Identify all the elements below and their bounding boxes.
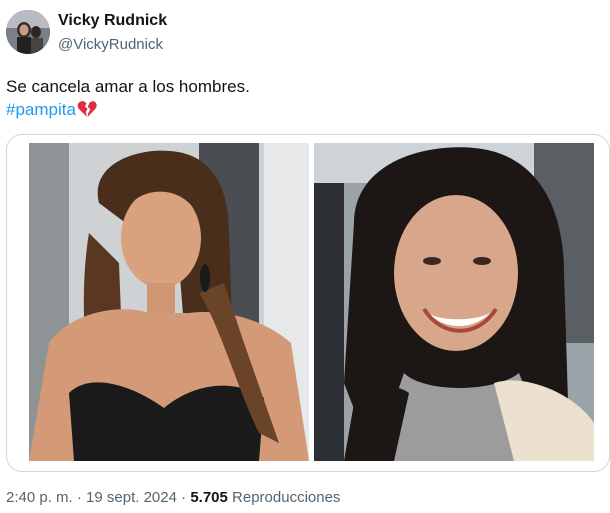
meta-separator: · — [72, 489, 87, 506]
author-display-name[interactable]: Vicky Rudnick — [58, 12, 167, 30]
author-handle[interactable]: @VickyRudnick — [58, 36, 163, 53]
meta-separator: · — [176, 489, 191, 506]
hashtag-link[interactable]: #pampita — [6, 100, 76, 119]
hashtag-line: #pampita — [6, 98, 97, 121]
views-label: Reproducciones — [232, 489, 341, 506]
avatar[interactable] — [6, 10, 50, 54]
media-image-1[interactable] — [29, 143, 309, 461]
broken-heart-icon — [77, 100, 97, 118]
tweet-time[interactable]: 2:40 p. m. — [6, 489, 73, 506]
tweet-date[interactable]: 19 sept. 2024 — [86, 489, 177, 506]
tweet-meta: 2:40 p. m. · 19 sept. 2024 · 5.705 Repro… — [6, 489, 340, 506]
tweet-text: Se cancela amar a los hombres. — [6, 77, 250, 96]
media-image-2[interactable] — [314, 143, 594, 461]
views-count: 5.705 — [190, 489, 228, 506]
media-container — [6, 134, 610, 472]
